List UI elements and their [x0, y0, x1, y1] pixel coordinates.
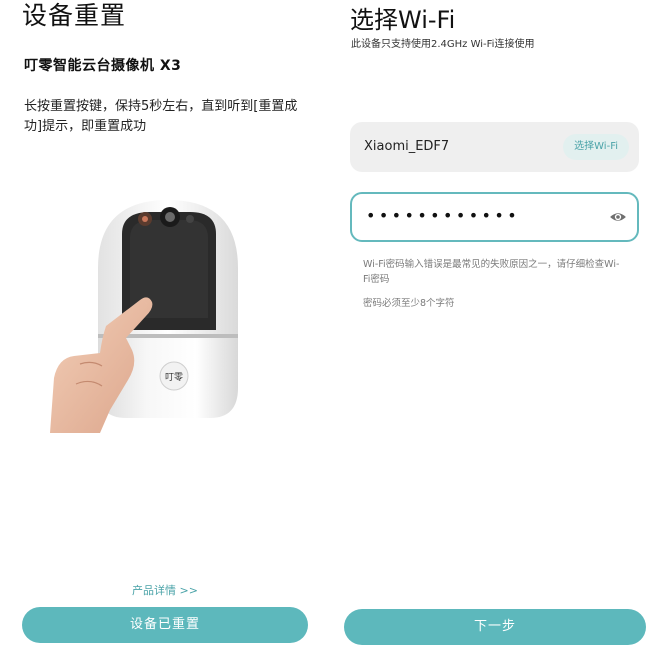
product-details-link[interactable]: 产品详情 >>	[0, 583, 330, 599]
device-name: 叮零智能云台摄像机 X3	[24, 58, 182, 74]
eye-icon[interactable]	[609, 208, 627, 226]
camera-reset-illustration: 叮零	[50, 200, 238, 433]
next-button[interactable]: 下一步	[344, 609, 646, 645]
ssid-name: Xiaomi_EDF7	[364, 139, 450, 154]
ssid-field[interactable]: Xiaomi_EDF7 选择Wi-Fi	[350, 122, 639, 172]
wifi-screen: 选择Wi-Fi 此设备只支持使用2.4GHz Wi-Fi连接使用 Xiaomi_…	[330, 0, 660, 660]
password-value: ••••••••••••	[366, 206, 521, 225]
device-reset-confirm-button[interactable]: 设备已重置	[22, 607, 308, 643]
password-field[interactable]: ••••••••••••	[350, 192, 639, 242]
page-title: 设备重置	[22, 1, 127, 30]
wifi-subtitle: 此设备只支持使用2.4GHz Wi-Fi连接使用	[351, 39, 535, 50]
camera-logo: 叮零	[165, 372, 183, 383]
app-screens: 设备重置 叮零智能云台摄像机 X3 长按重置按键，保持5秒左右，直到听到[重置成…	[0, 0, 660, 660]
page-title: 选择Wi-Fi	[350, 6, 456, 34]
reset-instruction: 长按重置按键，保持5秒左右，直到听到[重置成功]提示，即重置成功	[24, 99, 298, 134]
password-length-hint: 密码必须至少8个字符	[363, 298, 455, 309]
reset-screen: 设备重置 叮零智能云台摄像机 X3 长按重置按键，保持5秒左右，直到听到[重置成…	[0, 0, 330, 660]
password-hint: Wi-Fi密码输入错误是最常见的失败原因之一，请仔细检查Wi-Fi密码	[363, 259, 620, 285]
choose-wifi-button[interactable]: 选择Wi-Fi	[563, 134, 629, 160]
